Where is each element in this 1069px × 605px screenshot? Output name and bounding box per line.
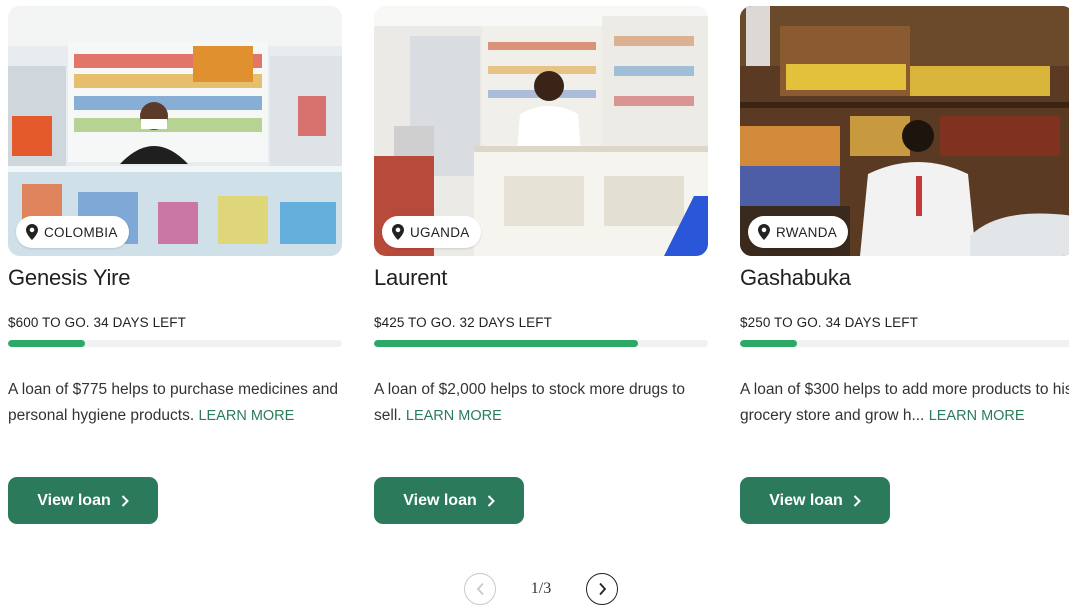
map-pin-icon	[392, 224, 404, 240]
country-name: UGANDA	[410, 224, 470, 240]
loan-description: A loan of $2,000 helps to stock more dru…	[374, 377, 708, 429]
loan-card: COLOMBIA Genesis Yire $600 TO GO. 34 DAY…	[8, 6, 342, 536]
learn-more-link[interactable]: LEARN MORE	[406, 408, 502, 424]
map-pin-icon	[758, 224, 770, 240]
previous-page-button[interactable]	[464, 573, 496, 605]
country-name: RWANDA	[776, 224, 838, 240]
view-loan-button[interactable]: View loan	[8, 477, 158, 524]
borrower-photo[interactable]: UGANDA	[374, 6, 708, 256]
loan-card: UGANDA Laurent $425 TO GO. 32 DAYS LEFT …	[374, 6, 708, 536]
view-loan-label: View loan	[37, 491, 111, 509]
funding-status: $425 TO GO. 32 DAYS LEFT	[374, 315, 552, 330]
learn-more-link[interactable]: LEARN MORE	[929, 408, 1025, 424]
learn-more-link[interactable]: LEARN MORE	[198, 408, 294, 424]
loan-card: RWANDA Gashabuka $250 TO GO. 34 DAYS LEF…	[740, 6, 1069, 536]
funding-progress-fill	[8, 340, 85, 347]
chevron-right-icon	[853, 494, 861, 507]
next-page-button[interactable]	[586, 573, 618, 605]
country-badge: COLOMBIA	[16, 216, 129, 248]
borrower-photo[interactable]: RWANDA	[740, 6, 1069, 256]
page-indicator: 1/3	[530, 580, 552, 597]
map-pin-icon	[26, 224, 38, 240]
chevron-right-icon	[487, 494, 495, 507]
funding-progress-fill	[374, 340, 638, 347]
pagination: 1/3	[464, 572, 624, 605]
chevron-right-icon	[121, 494, 129, 507]
country-name: COLOMBIA	[44, 224, 118, 240]
funding-progress-bar	[8, 340, 342, 347]
borrower-name[interactable]: Laurent	[374, 264, 708, 292]
view-loan-label: View loan	[403, 491, 477, 509]
chevron-right-icon	[598, 582, 606, 596]
funding-progress-bar	[740, 340, 1069, 347]
funding-status: $250 TO GO. 34 DAYS LEFT	[740, 315, 918, 330]
funding-progress-fill	[740, 340, 797, 347]
funding-progress-bar	[374, 340, 708, 347]
country-badge: RWANDA	[748, 216, 849, 248]
loan-description: A loan of $775 helps to purchase medicin…	[8, 377, 342, 429]
borrower-name[interactable]: Gashabuka	[740, 264, 1069, 292]
view-loan-label: View loan	[769, 491, 843, 509]
funding-status: $600 TO GO. 34 DAYS LEFT	[8, 315, 186, 330]
loan-cards: COLOMBIA Genesis Yire $600 TO GO. 34 DAY…	[8, 6, 1069, 536]
borrower-name[interactable]: Genesis Yire	[8, 264, 342, 292]
borrower-photo[interactable]: COLOMBIA	[8, 6, 342, 256]
view-loan-button[interactable]: View loan	[740, 477, 890, 524]
loan-carousel: COLOMBIA Genesis Yire $600 TO GO. 34 DAY…	[0, 0, 1069, 605]
loan-description: A loan of $300 helps to add more product…	[740, 377, 1069, 429]
country-badge: UGANDA	[382, 216, 481, 248]
view-loan-button[interactable]: View loan	[374, 477, 524, 524]
chevron-left-icon	[476, 582, 484, 596]
